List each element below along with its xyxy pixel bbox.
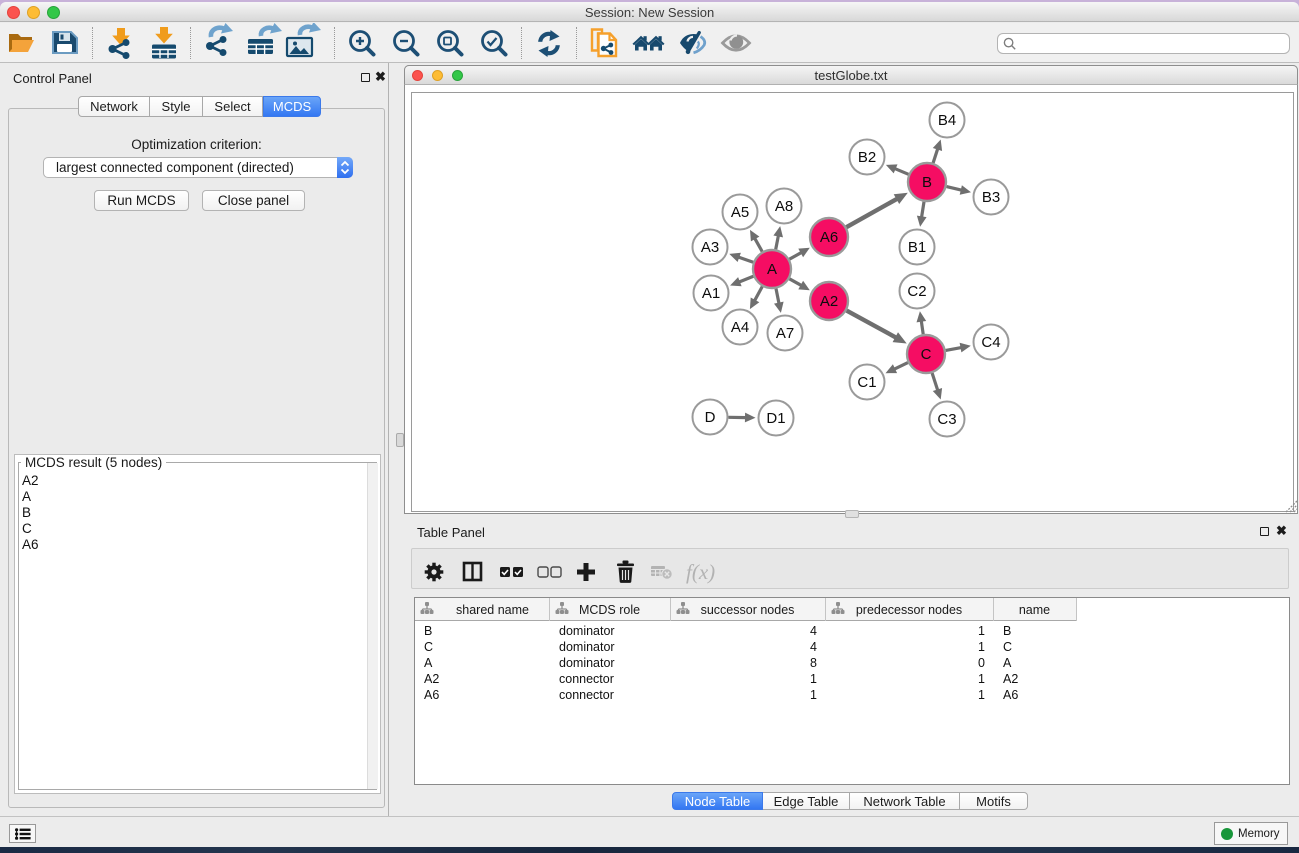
svg-text:B2: B2 [858,149,876,166]
svg-text:C2: C2 [907,283,926,300]
svg-text:A5: A5 [731,204,749,221]
svg-text:D: D [705,409,716,426]
svg-text:C3: C3 [937,411,956,428]
svg-text:A8: A8 [775,198,793,215]
svg-text:D1: D1 [766,410,785,427]
svg-text:A1: A1 [702,285,720,302]
svg-text:B3: B3 [982,189,1000,206]
svg-text:A6: A6 [820,229,838,246]
svg-text:C4: C4 [981,334,1000,351]
svg-text:A3: A3 [701,239,719,256]
svg-text:f(x): f(x) [686,560,715,584]
svg-text:C: C [921,346,932,363]
svg-text:B: B [922,174,932,191]
svg-text:A4: A4 [731,319,749,336]
svg-text:A7: A7 [776,325,794,342]
svg-text:B1: B1 [908,239,926,256]
svg-text:A: A [767,261,777,278]
svg-text:C1: C1 [857,374,876,391]
svg-text:B4: B4 [938,112,956,129]
svg-text:A2: A2 [820,293,838,310]
